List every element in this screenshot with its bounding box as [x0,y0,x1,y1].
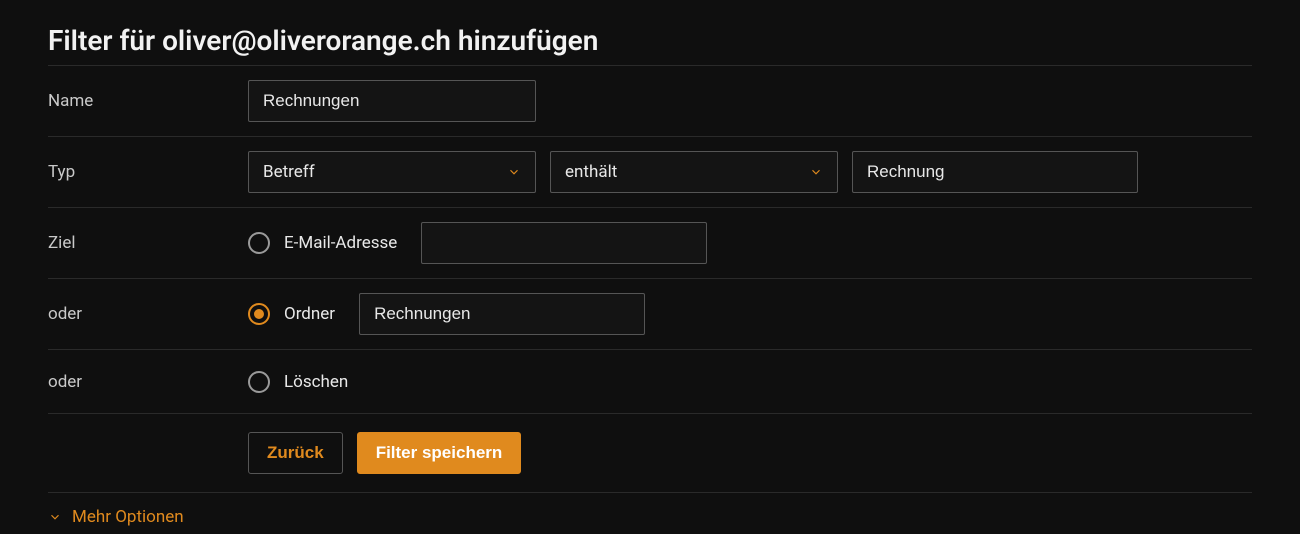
type-match-select[interactable]: enthält [550,151,838,193]
label-target: Ziel [48,233,248,253]
type-value-input[interactable] [852,151,1138,193]
row-target-folder: oder Ordner [48,279,1252,350]
type-field-value: Betreff [263,162,315,182]
label-type: Typ [48,162,248,182]
label-name: Name [48,91,248,111]
radio-delete-label: Löschen [284,372,348,392]
radio-folder[interactable] [248,303,270,325]
radio-delete[interactable] [248,371,270,393]
page-title: Filter für oliver@oliverorange.ch hinzuf… [48,24,1252,57]
chevron-down-icon [507,165,521,179]
more-options-label: Mehr Optionen [72,507,184,527]
back-button[interactable]: Zurück [248,432,343,474]
radio-folder-label: Ordner [284,304,335,324]
folder-input[interactable] [359,293,645,335]
chevron-down-icon [48,510,62,524]
save-button[interactable]: Filter speichern [357,432,522,474]
row-target-email: Ziel E-Mail-Adresse [48,208,1252,279]
row-buttons: Zurück Filter speichern [48,414,1252,493]
label-or-2: oder [48,372,248,392]
email-input[interactable] [421,222,707,264]
row-type: Typ Betreff enthält [48,137,1252,208]
name-input[interactable] [248,80,536,122]
type-field-select[interactable]: Betreff [248,151,536,193]
more-options-toggle[interactable]: Mehr Optionen [48,507,184,527]
radio-email[interactable] [248,232,270,254]
row-target-delete: oder Löschen [48,350,1252,414]
radio-email-label: E-Mail-Adresse [284,233,397,253]
label-or-1: oder [48,304,248,324]
row-name: Name [48,66,1252,137]
type-match-value: enthält [565,162,617,182]
chevron-down-icon [809,165,823,179]
